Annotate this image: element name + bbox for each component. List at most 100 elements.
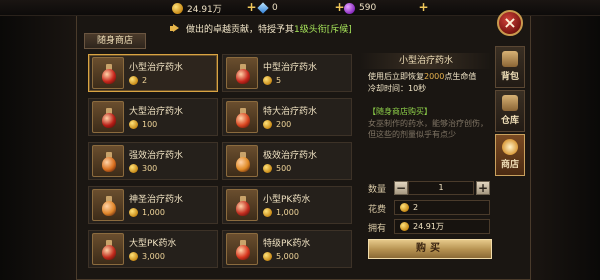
- item-slot: [226, 101, 258, 133]
- shop-item[interactable]: 神圣治疗药水 1,000: [88, 186, 218, 224]
- item-slot: [226, 189, 258, 221]
- item-slot: [92, 57, 124, 89]
- red-potion-icon: [102, 108, 116, 128]
- close-button[interactable]: ×: [497, 10, 523, 36]
- item-slot: [92, 233, 124, 265]
- item-price: 100: [129, 120, 157, 129]
- panel-title: 随身商店: [84, 33, 146, 49]
- shop-item[interactable]: 大型治疗药水 100: [88, 98, 218, 136]
- cost-label: 花费: [368, 205, 387, 215]
- item-price: 300: [129, 164, 157, 173]
- shop-item[interactable]: 极效治疗药水 500: [222, 142, 352, 180]
- gold-coin-icon: [263, 76, 272, 85]
- red-potion-icon: [236, 108, 250, 128]
- tab-warehouse-label: 仓库: [500, 116, 519, 126]
- item-price: 5: [263, 76, 281, 85]
- gold-coin-icon: [400, 222, 409, 231]
- shop-item[interactable]: 特级PK药水 5,000: [222, 230, 352, 268]
- quantity-label: 数量: [368, 185, 387, 195]
- gold-coin-icon: [400, 203, 409, 212]
- gold-coin-icon: [129, 76, 138, 85]
- detail-item-name: 小型治疗药水: [360, 53, 492, 69]
- gold-coin-icon: [129, 120, 138, 129]
- detail-source: 【随身商店购买】: [368, 107, 432, 116]
- pk-potion-icon: [236, 240, 250, 260]
- shop-item[interactable]: 强效治疗药水 300: [88, 142, 218, 180]
- pk-potion-icon: [102, 240, 116, 260]
- quantity-minus-button[interactable]: −: [394, 181, 408, 195]
- item-name: 神圣治疗药水: [129, 195, 184, 205]
- item-slot: [92, 189, 124, 221]
- add-gold-button[interactable]: +: [246, 1, 257, 13]
- backpack-icon: [502, 51, 518, 67]
- red-potion-icon: [236, 64, 250, 84]
- red-potion-icon: [102, 64, 116, 84]
- background-left: [0, 16, 76, 280]
- gold-coin-icon: [172, 2, 183, 14]
- item-slot: [92, 101, 124, 133]
- item-price: 500: [263, 164, 291, 173]
- item-price: 200: [263, 120, 291, 129]
- owned-value-box: 24.91万: [394, 219, 490, 234]
- item-name: 小型PK药水: [263, 195, 311, 205]
- item-name: 特级PK药水: [263, 239, 311, 249]
- item-name: 小型治疗药水: [129, 63, 184, 73]
- item-price: 1,000: [263, 208, 299, 217]
- diamond-amount: 0: [272, 3, 278, 13]
- gold-coin-icon: [263, 252, 272, 261]
- item-slot: [92, 145, 124, 177]
- item-name: 中型治疗药水: [263, 63, 318, 73]
- background-right: [531, 16, 600, 280]
- pk-potion-icon: [236, 196, 250, 216]
- tab-shop-label: 商店: [500, 160, 519, 170]
- detail-description: 使用后立即恢复2000点生命值 冷却时间：10秒: [368, 72, 477, 93]
- quantity-plus-button[interactable]: +: [476, 181, 490, 195]
- owned-label: 拥有: [368, 224, 387, 234]
- tab-shop[interactable]: 商店: [495, 134, 525, 176]
- orange-potion-icon: [102, 152, 116, 172]
- speaker-icon: [170, 23, 180, 33]
- gold-currency: 24.91万: [172, 2, 222, 15]
- gold-amount: 24.91万: [187, 4, 222, 15]
- shop-item[interactable]: 特大治疗药水 200: [222, 98, 352, 136]
- item-slot: [226, 233, 258, 265]
- gold-coin-icon: [263, 164, 272, 173]
- item-name: 强效治疗药水: [129, 151, 184, 161]
- item-price: 2: [129, 76, 147, 85]
- gold-coin-icon: [129, 252, 138, 261]
- gold-coin-icon: [263, 208, 272, 217]
- tab-backpack[interactable]: 背包: [495, 46, 525, 88]
- item-price: 1,000: [129, 208, 165, 217]
- detail-flavor-text: 女巫制作的药水，能够治疗创伤，但这些的剂量似乎有点少: [368, 119, 488, 139]
- shop-item[interactable]: 小型PK药水 1,000: [222, 186, 352, 224]
- system-notice: 做出的卓越贡献，特授予其1级头衔[斥候]: [170, 20, 470, 36]
- purple-gem-icon: [344, 2, 355, 14]
- item-name: 极效治疗药水: [263, 151, 318, 161]
- diamond-icon: [257, 2, 269, 14]
- add-gem-button[interactable]: +: [418, 1, 429, 13]
- warehouse-icon: [502, 95, 518, 111]
- item-price: 5,000: [263, 252, 299, 261]
- item-slot: [226, 57, 258, 89]
- item-name: 大型PK药水: [129, 239, 177, 249]
- item-name: 特大治疗药水: [263, 107, 318, 117]
- cost-value: 2: [413, 203, 419, 212]
- shop-item[interactable]: 小型治疗药水 2: [88, 54, 218, 92]
- orange-potion-icon: [236, 152, 250, 172]
- item-slot: [226, 145, 258, 177]
- tab-warehouse[interactable]: 仓库: [495, 90, 525, 132]
- shop-item[interactable]: 大型PK药水 3,000: [88, 230, 218, 268]
- gem-currency: 590: [344, 2, 376, 14]
- tab-backpack-label: 背包: [500, 72, 519, 82]
- item-grid: 小型治疗药水 2 中型治疗药水 5 大型治疗药水 100 特大治疗药水 200 …: [88, 51, 356, 280]
- shop-item[interactable]: 中型治疗药水 5: [222, 54, 352, 92]
- notice-text: 做出的卓越贡献，特授予其1级头衔[斥候]: [186, 24, 352, 35]
- gold-coin-icon: [129, 208, 138, 217]
- item-detail-panel: 小型治疗药水 使用后立即恢复2000点生命值 冷却时间：10秒 【随身商店购买】…: [360, 51, 492, 280]
- quantity-input[interactable]: 1: [408, 181, 474, 195]
- item-price: 3,000: [129, 252, 165, 261]
- shop-icon: [502, 139, 518, 155]
- orange-potion-icon: [102, 196, 116, 216]
- buy-button[interactable]: 购买: [368, 239, 492, 259]
- gem-amount: 590: [359, 3, 377, 13]
